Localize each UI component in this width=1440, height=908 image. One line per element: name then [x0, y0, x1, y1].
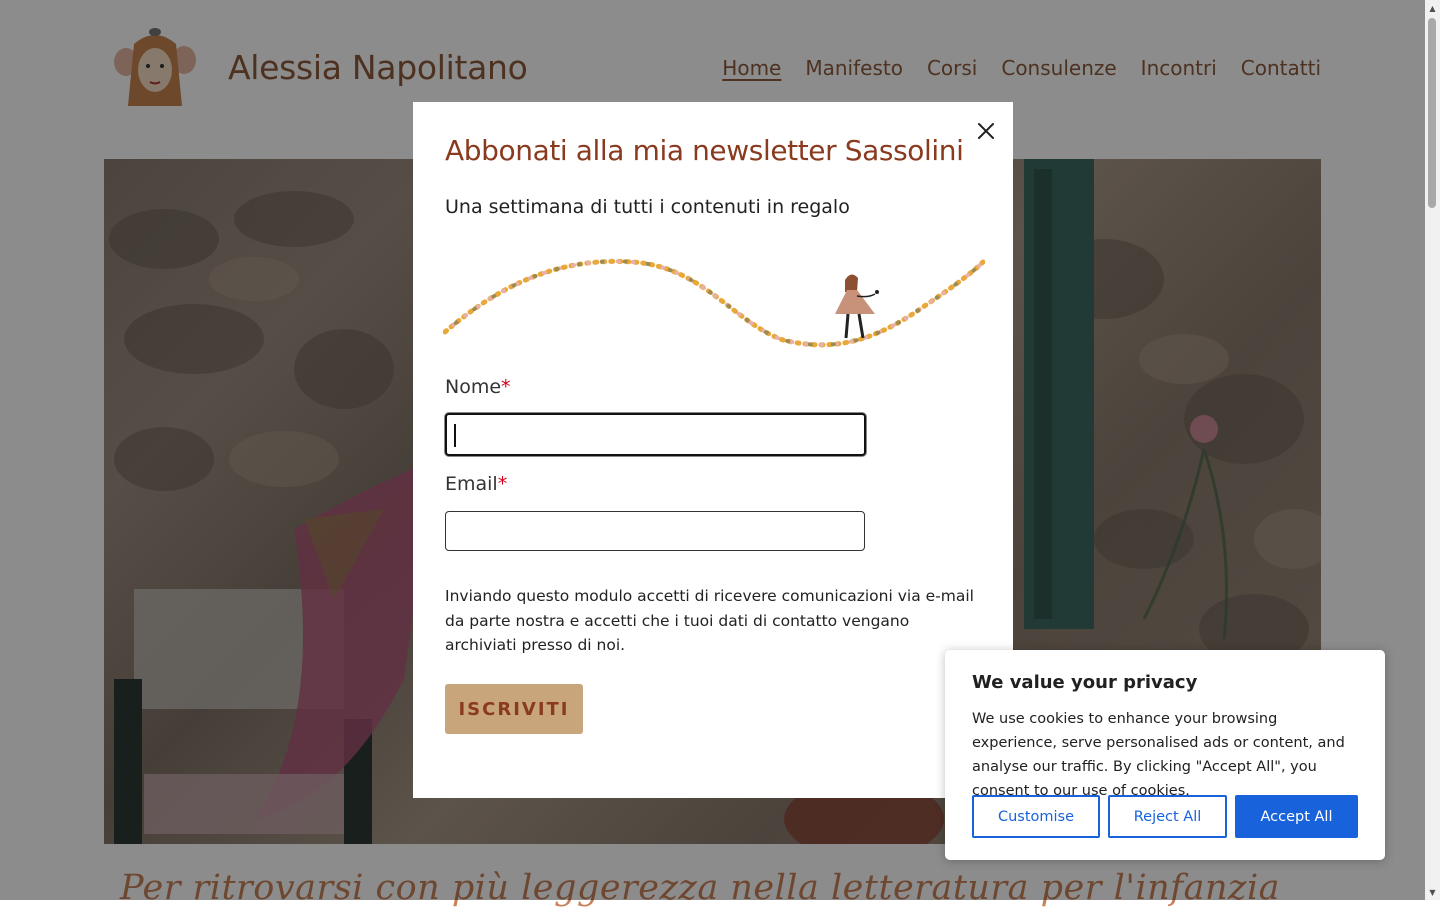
modal-title: Abbonati alla mia newsletter Sassolini	[445, 134, 964, 167]
email-required-mark: *	[497, 473, 508, 495]
reject-all-button[interactable]: Reject All	[1108, 795, 1227, 838]
scroll-up-arrow-icon[interactable]: ▲	[1425, 0, 1440, 16]
cookie-text: We use cookies to enhance your browsing …	[972, 711, 1345, 799]
page-scrollbar[interactable]: ▲ ▼	[1425, 0, 1440, 900]
email-input[interactable]	[445, 511, 865, 551]
name-input[interactable]	[445, 413, 866, 456]
accept-all-button[interactable]: Accept All	[1235, 795, 1358, 838]
name-label-text: Nome	[445, 376, 502, 398]
text-cursor	[454, 424, 456, 447]
walking-girl-icon	[835, 274, 879, 339]
name-required-mark: *	[501, 376, 511, 398]
close-icon[interactable]	[975, 120, 997, 142]
email-label-text: Email	[445, 473, 498, 495]
subscribe-button[interactable]: ISCRIVITI	[445, 684, 583, 734]
pebble-path-illustration	[443, 258, 985, 348]
scrollbar-thumb[interactable]	[1428, 18, 1436, 208]
consent-text: Inviando questo modulo accetti di riceve…	[445, 587, 974, 654]
customise-button[interactable]: Customise	[972, 795, 1100, 838]
scroll-down-arrow-icon[interactable]: ▼	[1425, 884, 1440, 900]
name-label: Nome*	[445, 376, 511, 398]
cookie-consent-banner: We value your privacy We use cookies to …	[945, 650, 1385, 860]
email-label: Email*	[445, 473, 507, 495]
modal-subtitle: Una settimana di tutti i contenuti in re…	[445, 196, 850, 218]
newsletter-modal: Abbonati alla mia newsletter Sassolini U…	[413, 102, 1013, 798]
cookie-title: We value your privacy	[972, 672, 1198, 693]
